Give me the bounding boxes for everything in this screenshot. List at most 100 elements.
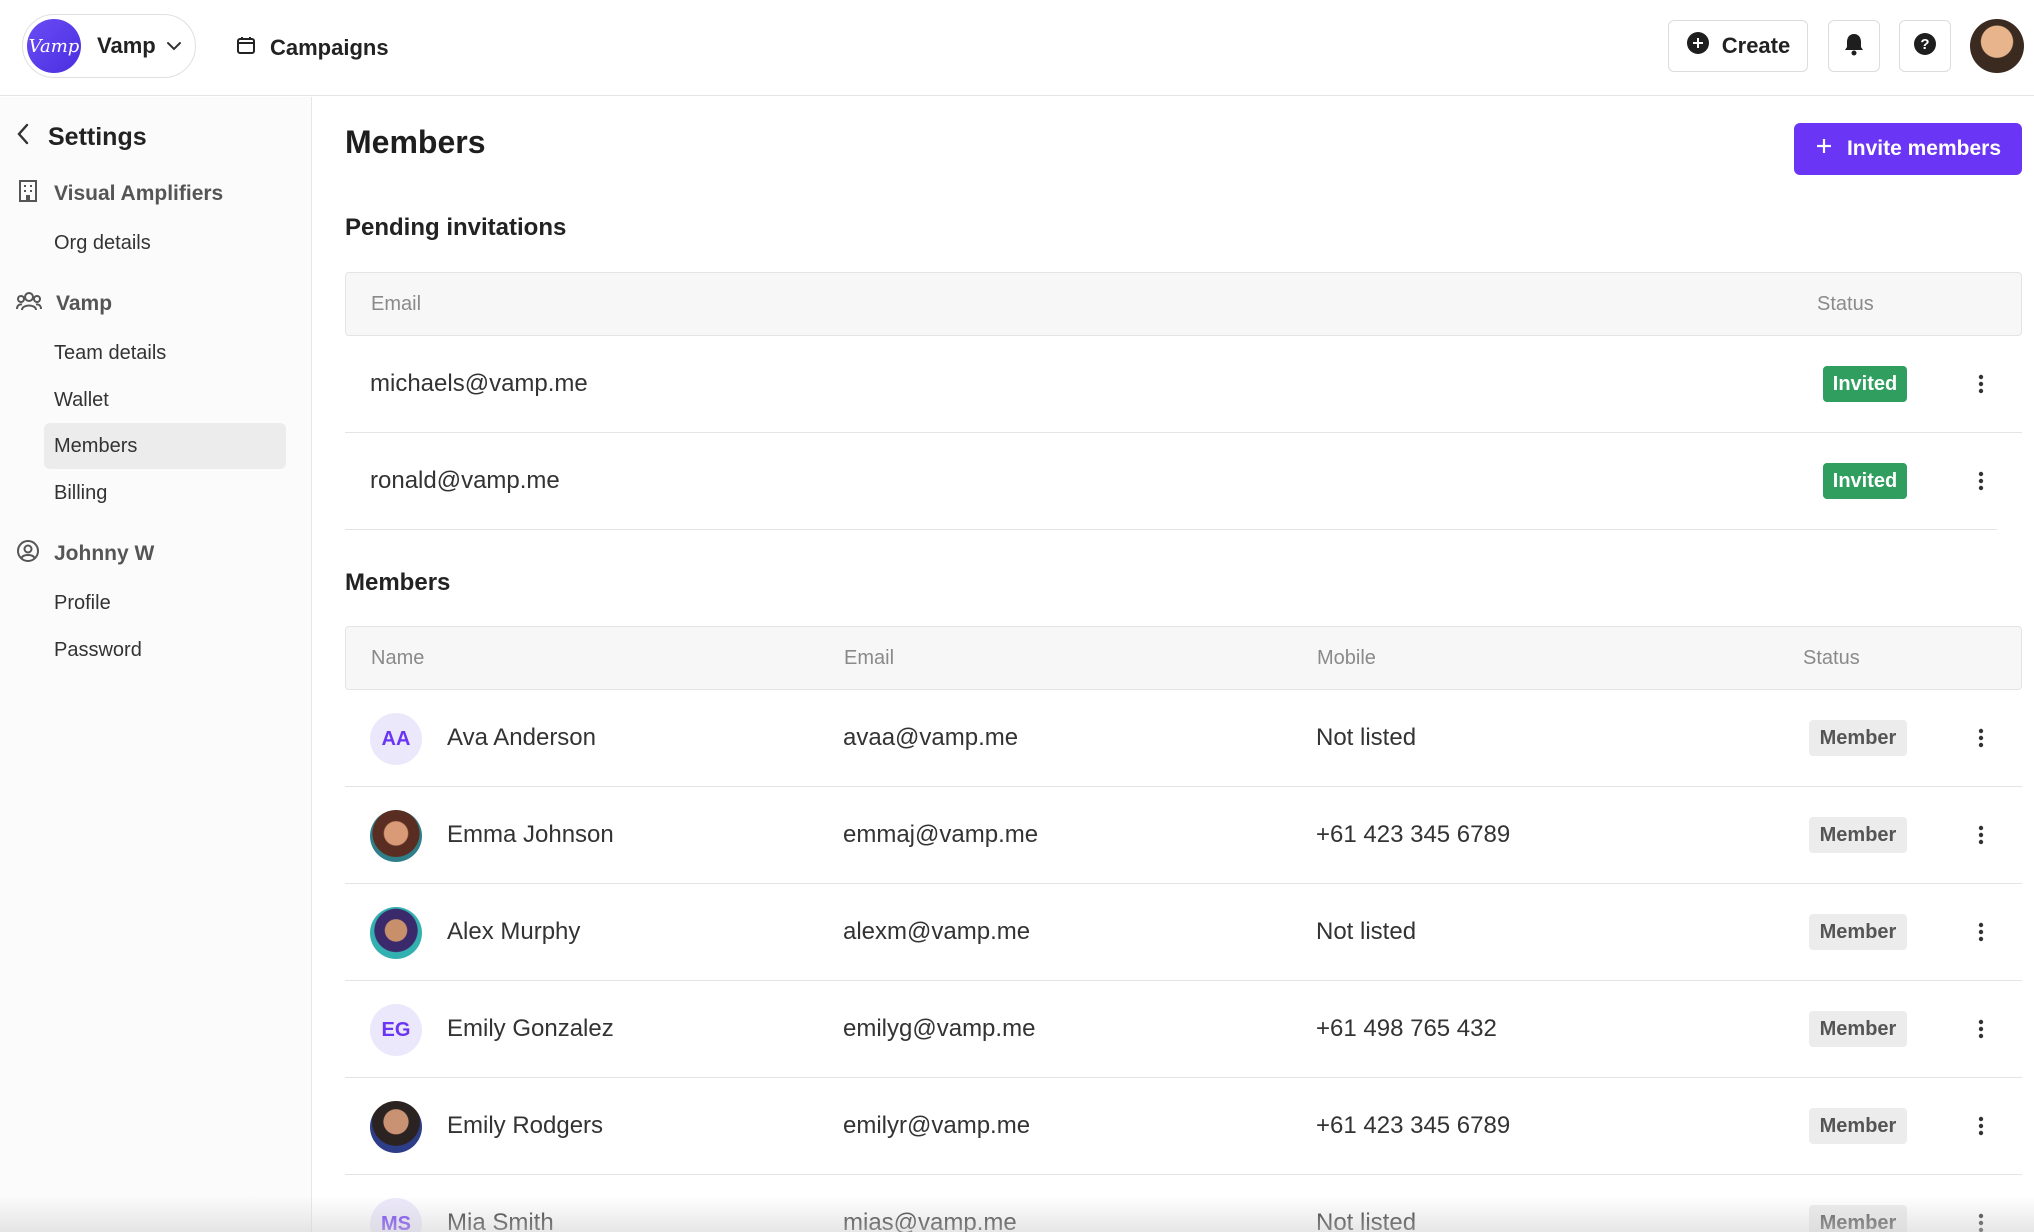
- members-section-title: Members: [345, 569, 451, 596]
- member-mobile: +61 423 345 6789: [1316, 1112, 1511, 1139]
- top-bar: Vamp Vamp Campaigns Create ?: [0, 0, 2034, 96]
- user-circle-icon: [16, 539, 40, 569]
- invite-members-label: Invite members: [1846, 137, 2002, 160]
- status-badge: Member: [1809, 914, 1907, 950]
- building-icon: [16, 179, 40, 209]
- avatar: [370, 810, 422, 862]
- plus-icon: [1815, 137, 1833, 161]
- sidebar-item-label: Profile: [54, 591, 111, 614]
- table-row: EG Emily Gonzalez emilyg@vamp.me +61 498…: [345, 981, 2022, 1078]
- column-status: Status: [1803, 647, 1860, 669]
- avatar: EG: [370, 1004, 422, 1056]
- page-title: Members: [345, 124, 486, 160]
- table-row: ronald@vamp.me Invited: [345, 433, 1997, 530]
- sidebar-item-label: Members: [54, 434, 138, 457]
- vamp-logo: Vamp: [27, 19, 81, 73]
- member-email: alexm@vamp.me: [843, 918, 1031, 945]
- member-name: Alex Murphy: [447, 918, 581, 945]
- section-johnny-w: Johnny W: [16, 539, 154, 569]
- invite-members-button[interactable]: Invite members: [1794, 123, 2022, 175]
- more-vertical-icon[interactable]: [1961, 1106, 2001, 1146]
- sidebar-item-password[interactable]: Password: [44, 627, 286, 673]
- create-button[interactable]: Create: [1668, 20, 1808, 72]
- more-vertical-icon[interactable]: [1961, 461, 2001, 501]
- status-badge: Member: [1809, 1011, 1907, 1047]
- table-row: Emily Rodgers emilyr@vamp.me +61 423 345…: [345, 1078, 2022, 1175]
- member-email: avaa@vamp.me: [843, 724, 1019, 751]
- sidebar-item-team-details[interactable]: Team details: [44, 330, 286, 376]
- table-header: Name Email Mobile Status: [345, 626, 2022, 690]
- more-vertical-icon[interactable]: [1961, 1009, 2001, 1049]
- avatar: [370, 1101, 422, 1153]
- team-name: Vamp: [97, 33, 156, 58]
- avatar: [370, 907, 422, 959]
- nav-campaigns[interactable]: Campaigns: [236, 28, 389, 68]
- table-row: michaels@vamp.me Invited: [345, 336, 2022, 433]
- sidebar-item-wallet[interactable]: Wallet: [44, 377, 286, 423]
- status-badge: Member: [1809, 1108, 1907, 1144]
- status-badge: Member: [1809, 817, 1907, 853]
- status-badge: Invited: [1823, 463, 1907, 499]
- help-button[interactable]: ?: [1899, 20, 1951, 72]
- status-badge: Member: [1809, 720, 1907, 756]
- avatar: AA: [370, 713, 422, 765]
- pending-invitations-title: Pending invitations: [345, 214, 567, 241]
- member-name: Mia Smith: [447, 1209, 554, 1232]
- logo-text: Vamp: [28, 35, 80, 57]
- more-vertical-icon[interactable]: [1961, 718, 2001, 758]
- plus-circle-icon: [1686, 31, 1710, 61]
- column-mobile: Mobile: [1317, 647, 1376, 669]
- team-icon: [16, 289, 42, 319]
- sidebar-item-label: Team details: [54, 341, 167, 364]
- more-vertical-icon[interactable]: [1961, 364, 2001, 404]
- section-title: Visual Amplifiers: [54, 182, 224, 205]
- column-email: Email: [844, 647, 895, 669]
- table-row: Emma Johnson emmaj@vamp.me +61 423 345 6…: [345, 787, 2022, 884]
- avatar: MS: [370, 1198, 422, 1232]
- invite-email: michaels@vamp.me: [370, 370, 588, 397]
- back-to-settings[interactable]: Settings: [16, 123, 147, 152]
- member-mobile: Not listed: [1316, 1209, 1417, 1232]
- settings-sidebar: Settings Visual Amplifiers Org details V…: [0, 97, 312, 1232]
- pending-invitations-table: Email Status michaels@vamp.me Invited ro…: [345, 272, 2022, 530]
- notifications-button[interactable]: [1828, 20, 1880, 72]
- sidebar-item-billing[interactable]: Billing: [44, 470, 286, 516]
- table-header: Email Status: [345, 272, 2022, 336]
- section-vamp: Vamp: [16, 289, 112, 319]
- more-vertical-icon[interactable]: [1961, 815, 2001, 855]
- sidebar-item-label: Billing: [54, 481, 108, 504]
- campaigns-label: Campaigns: [270, 35, 389, 60]
- more-vertical-icon[interactable]: [1961, 1203, 2001, 1232]
- section-title: Vamp: [56, 292, 113, 315]
- invite-email: ronald@vamp.me: [370, 467, 560, 494]
- member-name: Emily Gonzalez: [447, 1015, 614, 1042]
- sidebar-item-org-details[interactable]: Org details: [44, 220, 286, 266]
- member-email: emilyr@vamp.me: [843, 1112, 1031, 1139]
- member-email: mias@vamp.me: [843, 1209, 1017, 1232]
- member-mobile: +61 423 345 6789: [1316, 821, 1511, 848]
- svg-text:?: ?: [1920, 36, 1929, 53]
- help-icon: ?: [1913, 32, 1937, 61]
- chevron-down-icon: [164, 36, 184, 56]
- create-label: Create: [1721, 33, 1791, 58]
- member-mobile: Not listed: [1316, 918, 1417, 945]
- settings-title: Settings: [48, 123, 147, 151]
- member-email: emmaj@vamp.me: [843, 821, 1039, 848]
- status-badge: Member: [1809, 1205, 1907, 1232]
- more-vertical-icon[interactable]: [1961, 912, 2001, 952]
- member-mobile: Not listed: [1316, 724, 1417, 751]
- table-row: AA Ava Anderson avaa@vamp.me Not listed …: [345, 690, 2022, 787]
- section-visual-amplifiers: Visual Amplifiers: [16, 179, 223, 209]
- sidebar-item-members[interactable]: Members: [44, 423, 286, 469]
- chevron-left-icon: [16, 123, 30, 152]
- column-name: Name: [371, 647, 425, 669]
- sidebar-item-label: Password: [54, 638, 142, 661]
- column-status: Status: [1817, 293, 1874, 315]
- member-email: emilyg@vamp.me: [843, 1015, 1036, 1042]
- user-avatar[interactable]: [1970, 19, 2024, 73]
- members-table: Name Email Mobile Status AA Ava Anderson…: [345, 626, 2022, 1232]
- team-switcher[interactable]: Vamp Vamp: [22, 14, 196, 78]
- member-name: Emma Johnson: [447, 821, 614, 848]
- sidebar-item-profile[interactable]: Profile: [44, 580, 286, 626]
- bell-icon: [1843, 32, 1865, 61]
